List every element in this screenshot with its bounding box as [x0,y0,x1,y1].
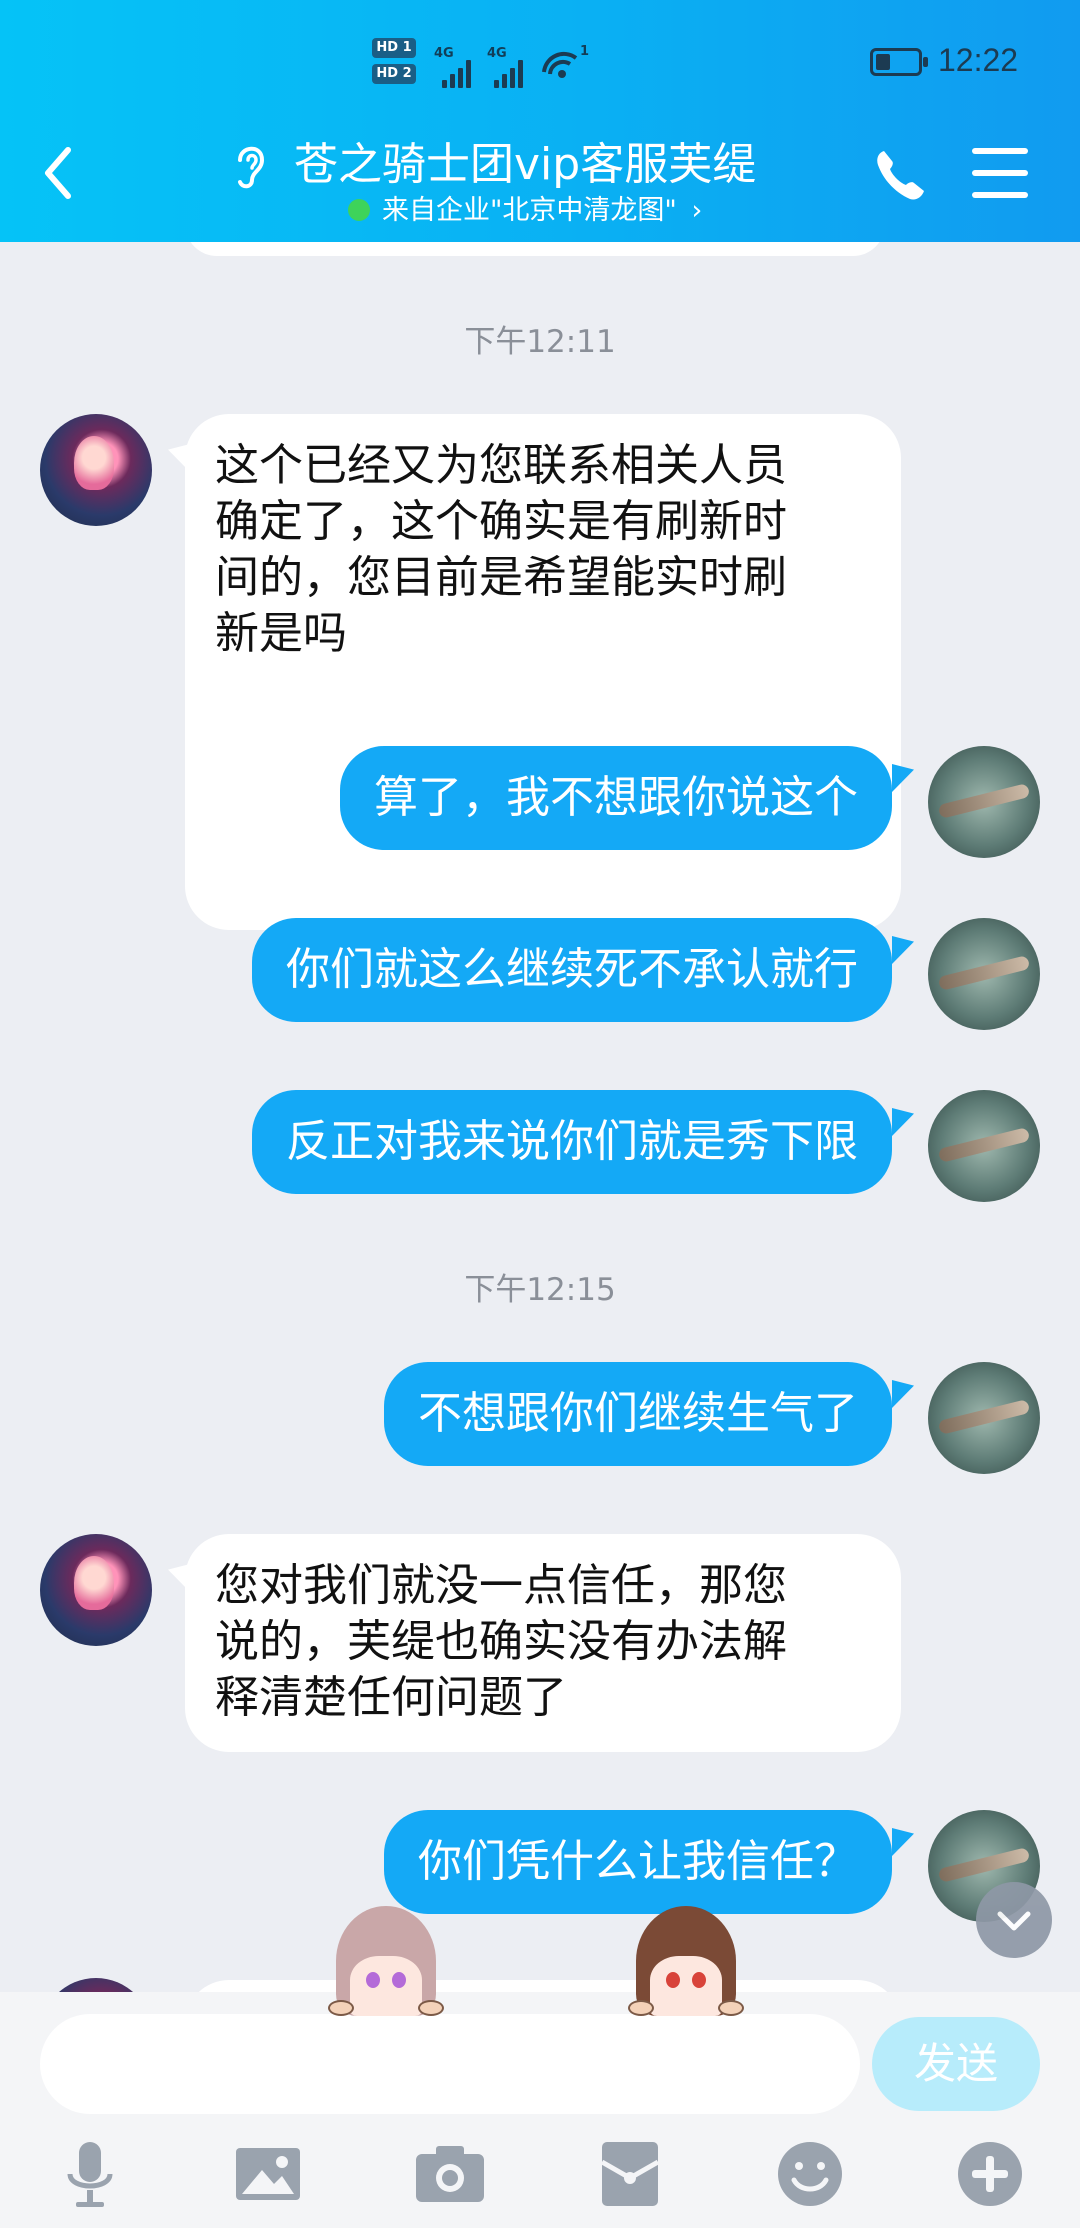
mascot-face [650,1956,722,2016]
status-bar: HD 1 HD 2 4G 4G 1 12:22 [0,0,1080,120]
hotspot-count: 1 [580,44,590,59]
signal-bars-1-icon [442,58,478,88]
send-button[interactable]: 发送 [872,2017,1040,2111]
sim1-hd-badge: HD 1 [372,38,416,58]
message-line: 确定了，这个确实是有刷新时 [215,496,787,547]
mascot-girl [326,1906,446,2016]
message-line: 您对我们就没一点信任，那您 [215,1560,787,1611]
camera-icon[interactable] [410,2134,490,2214]
message-bubble-user[interactable]: 算了，我不想跟你说这个 [340,746,892,850]
message-input[interactable] [40,2014,860,2114]
mascot-eye [692,1972,706,1988]
chat-subtitle[interactable]: 来自企业"北京中清龙图" › [348,188,702,226]
message-bubble-user[interactable]: 你们凭什么让我信任？ [384,1810,892,1914]
timestamp: 下午12:15 [464,1272,616,1308]
phone-icon[interactable] [870,145,930,205]
mascot-eye [392,1972,406,1988]
chat-title: 苍之骑士团vip客服芙缇 [294,139,757,190]
mascot-paw [418,2000,444,2016]
mascot-paw [628,2000,654,2016]
online-status-dot [348,199,370,221]
battery-level-fill [876,54,890,70]
message-line: 说的，芙缇也确实没有办法解 [215,1616,787,1667]
user-avatar[interactable] [928,746,1040,858]
battery-icon [870,48,928,76]
message-bubble-agent-partial[interactable] [185,1980,901,1992]
plus-icon[interactable] [950,2134,1030,2214]
bubble-tail [892,1828,914,1856]
back-icon[interactable] [32,138,88,208]
mascot-paw [718,2000,744,2016]
mascot-paw [328,2000,354,2016]
chat-header: HD 1 HD 2 4G 4G 1 12:22 苍之骑士团vip客服芙缇 来自企… [0,0,1080,242]
status-time: 12:22 [938,42,1019,78]
enterprise-source: 来自企业"北京中清龙图" [382,195,677,226]
agent-avatar[interactable] [40,414,152,526]
chat-title-area[interactable]: 苍之骑士团vip客服芙缇 来自企业"北京中清龙图" › [230,128,830,228]
sim2-hd-badge: HD 2 [372,64,416,84]
mascot-eye [366,1972,380,1988]
timestamp: 下午12:11 [464,324,616,360]
message-bubble-user[interactable]: 不想跟你们继续生气了 [384,1362,892,1466]
signal-bars-2-icon [494,58,530,88]
signal-indicators: HD 1 HD 2 4G 4G 1 [372,36,622,90]
red-packet-icon[interactable] [590,2134,670,2214]
previous-message-bubble [185,242,885,256]
bubble-tail [892,764,914,792]
ear-icon[interactable] [230,140,270,192]
mascot-eye [666,1972,680,1988]
image-icon[interactable] [228,2134,308,2214]
bubble-tail [892,1108,914,1136]
agent-avatar[interactable] [40,1978,152,1992]
message-line: 这个已经又为您联系相关人员 [215,440,787,491]
message-bubble-user[interactable]: 你们就这么继续死不承认就行 [252,918,892,1022]
user-avatar[interactable] [928,1090,1040,1202]
bubble-tail [892,936,914,964]
mascot-boy [626,1906,746,2016]
agent-avatar[interactable] [40,1534,152,1646]
bubble-tail [892,1380,914,1408]
message-line: 间的，您目前是希望能实时刷 [215,552,787,603]
message-line: 释清楚任何问题了 [215,1672,567,1723]
microphone-icon[interactable] [50,2134,130,2214]
menu-icon[interactable] [972,148,1028,200]
message-bubble-agent[interactable]: 这个已经又为您联系相关人员 确定了，这个确实是有刷新时 间的，您目前是希望能实时… [185,414,901,930]
mascot-face [350,1956,422,2016]
emoji-icon[interactable] [770,2134,850,2214]
message-bubble-agent[interactable]: 您对我们就没一点信任，那您 说的，芙缇也确实没有办法解 释清楚任何问题了 [185,1534,901,1752]
chevron-right-icon: › [691,195,703,226]
user-avatar[interactable] [928,918,1040,1030]
scroll-to-bottom-icon[interactable] [976,1882,1052,1958]
message-bubble-user[interactable]: 反正对我来说你们就是秀下限 [252,1090,892,1194]
user-avatar[interactable] [928,1362,1040,1474]
message-line: 新是吗 [215,608,347,659]
input-bar: 发送 [0,1992,1080,2228]
message-list[interactable]: 下午12:11 这个已经又为您联系相关人员 确定了，这个确实是有刷新时 间的，您… [0,242,1080,1992]
